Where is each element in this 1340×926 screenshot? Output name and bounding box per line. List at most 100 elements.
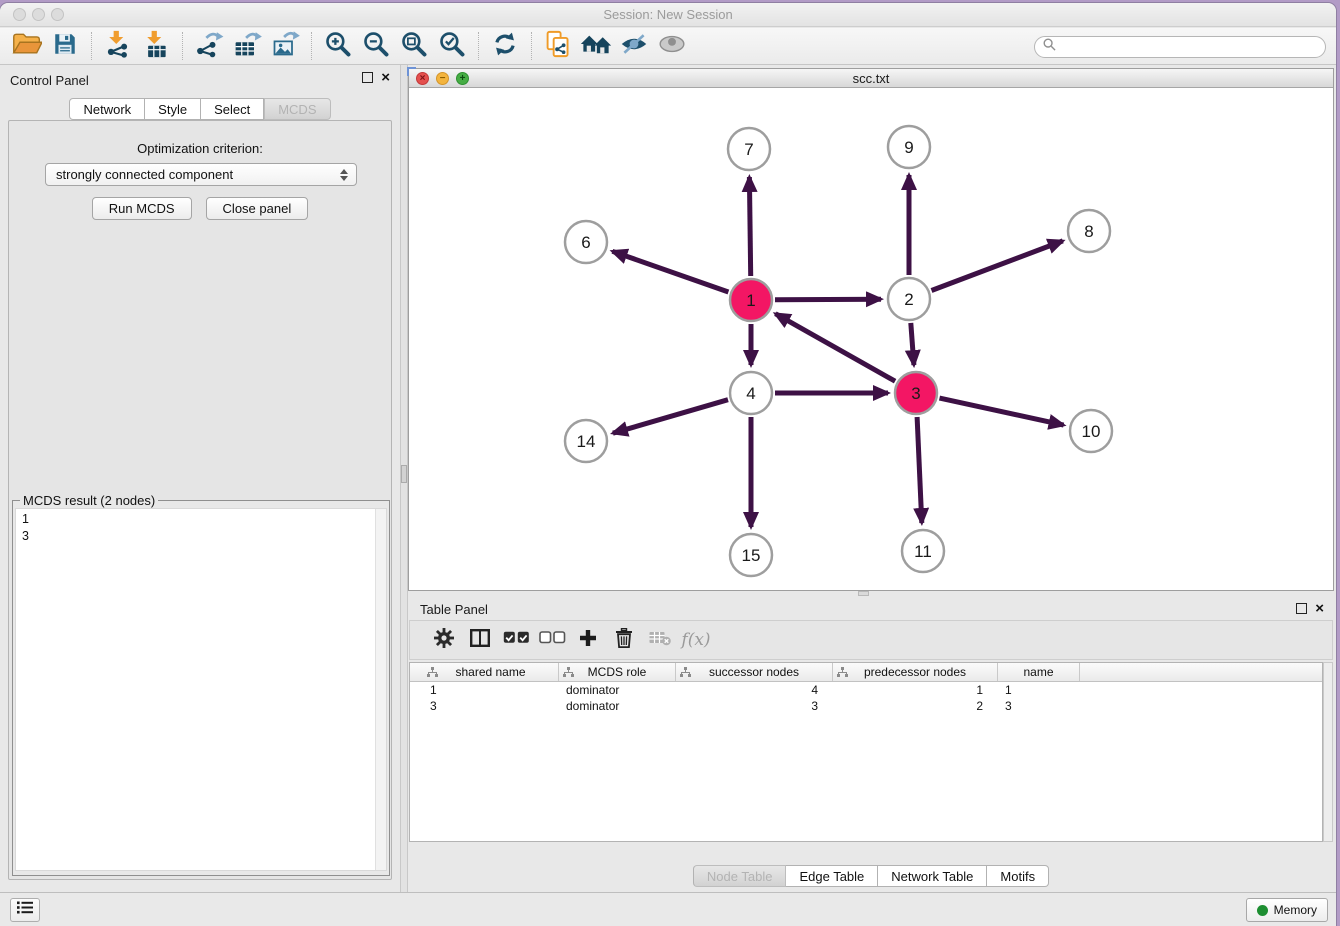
table-cell[interactable]: 1 bbox=[998, 682, 1080, 698]
optimization-criterion-value: strongly connected component bbox=[56, 167, 338, 182]
split-columns-icon bbox=[470, 629, 490, 652]
node-10[interactable]: 10 bbox=[1070, 410, 1112, 452]
table-cell[interactable]: 3 bbox=[423, 698, 559, 714]
node-11[interactable]: 11 bbox=[902, 530, 944, 572]
mcds-result-list[interactable]: 13 bbox=[16, 509, 386, 545]
split-table-view-button[interactable] bbox=[462, 625, 498, 655]
deselect-all-button[interactable] bbox=[534, 625, 570, 655]
edge-2-8[interactable] bbox=[932, 241, 1063, 291]
node-2[interactable]: 2 bbox=[888, 278, 930, 320]
node-4[interactable]: 4 bbox=[730, 372, 772, 414]
table-cell[interactable]: 3 bbox=[676, 698, 833, 714]
node-1[interactable]: 1 bbox=[730, 279, 772, 321]
zoom-out-button[interactable] bbox=[357, 30, 395, 62]
splitter-grip[interactable] bbox=[401, 465, 407, 483]
add-row-button[interactable] bbox=[570, 625, 606, 655]
column-header-name[interactable]: name bbox=[998, 663, 1080, 681]
node-label: 2 bbox=[904, 290, 913, 309]
export-network-button[interactable] bbox=[190, 30, 228, 62]
node-15[interactable]: 15 bbox=[730, 534, 772, 576]
show-network-button[interactable] bbox=[653, 30, 691, 62]
zoom-in-button[interactable] bbox=[319, 30, 357, 62]
column-header-successor-nodes[interactable]: successor nodes bbox=[676, 663, 833, 681]
search-input[interactable] bbox=[1061, 38, 1325, 56]
node-8[interactable]: 8 bbox=[1068, 210, 1110, 252]
node-3[interactable]: 3 bbox=[895, 372, 937, 414]
import-network-icon bbox=[104, 30, 132, 63]
edge-1-7[interactable] bbox=[749, 177, 750, 276]
network-window-title: scc.txt bbox=[409, 71, 1333, 86]
optimization-criterion-label: Optimization criterion: bbox=[9, 141, 391, 156]
table-scrollbar[interactable] bbox=[1323, 662, 1333, 842]
home-view-button[interactable] bbox=[577, 30, 615, 62]
column-settings-button[interactable] bbox=[426, 625, 462, 655]
table-cell[interactable]: 4 bbox=[676, 682, 833, 698]
column-header-predecessor-nodes[interactable]: predecessor nodes bbox=[833, 663, 998, 681]
edge-3-11[interactable] bbox=[917, 417, 922, 523]
export-table-button[interactable] bbox=[228, 30, 266, 62]
network-graph[interactable]: 1 2 3 4 6 7 8 9 10 11 14 15 bbox=[409, 89, 1333, 592]
result-scrollbar[interactable] bbox=[375, 509, 386, 870]
optimization-criterion-select[interactable]: strongly connected component bbox=[45, 163, 357, 186]
table-cell[interactable]: 3 bbox=[998, 698, 1080, 714]
network-canvas[interactable]: 1 2 3 4 6 7 8 9 10 11 14 15 bbox=[409, 89, 1333, 590]
open-session-button[interactable] bbox=[8, 30, 46, 62]
search-box[interactable] bbox=[1034, 36, 1326, 58]
table-cell[interactable]: 1 bbox=[423, 682, 559, 698]
zoom-in-icon bbox=[324, 30, 352, 63]
table-cell[interactable]: dominator bbox=[559, 698, 676, 714]
edge-2-3[interactable] bbox=[911, 323, 914, 365]
tab-style[interactable]: Style bbox=[145, 98, 201, 120]
edge-1-2[interactable] bbox=[775, 299, 881, 300]
edge-3-10[interactable] bbox=[940, 398, 1064, 425]
table-row[interactable]: 1dominator411 bbox=[410, 682, 1322, 698]
memory-button[interactable]: Memory bbox=[1246, 898, 1328, 922]
tab-mcds[interactable]: MCDS bbox=[264, 98, 330, 120]
hierarchy-icon bbox=[837, 667, 848, 681]
column-header-shared-name[interactable]: shared name bbox=[423, 663, 559, 681]
edge-4-14[interactable] bbox=[613, 400, 728, 434]
node-6[interactable]: 6 bbox=[565, 221, 607, 263]
node-table[interactable]: shared nameMCDS rolesuccessor nodesprede… bbox=[409, 662, 1323, 842]
delete-table-button[interactable] bbox=[642, 625, 678, 655]
function-builder-button[interactable]: f(x) bbox=[678, 625, 714, 655]
column-header-MCDS-role[interactable]: MCDS role bbox=[559, 663, 676, 681]
import-table-button[interactable] bbox=[137, 30, 175, 62]
hide-network-button[interactable] bbox=[615, 30, 653, 62]
mcds-result-line[interactable]: 3 bbox=[22, 528, 386, 545]
table-row[interactable]: 3dominator323 bbox=[410, 698, 1322, 714]
table-cell[interactable]: dominator bbox=[559, 682, 676, 698]
save-session-button[interactable] bbox=[46, 30, 84, 62]
tab-motifs[interactable]: Motifs bbox=[987, 865, 1049, 887]
table-cell[interactable]: 1 bbox=[833, 682, 998, 698]
network-window-titlebar[interactable]: scc.txt bbox=[409, 69, 1333, 88]
edge-1-6[interactable] bbox=[612, 251, 728, 292]
tab-select[interactable]: Select bbox=[201, 98, 264, 120]
node-7[interactable]: 7 bbox=[728, 128, 770, 170]
edge-3-1[interactable] bbox=[775, 314, 895, 382]
node-9[interactable]: 9 bbox=[888, 126, 930, 168]
float-panel-icon[interactable] bbox=[362, 72, 373, 83]
mcds-result-line[interactable]: 1 bbox=[22, 511, 386, 528]
run-mcds-button[interactable]: Run MCDS bbox=[92, 197, 192, 220]
close-table-panel-icon[interactable] bbox=[1315, 603, 1324, 614]
refresh-layout-button[interactable] bbox=[486, 30, 524, 62]
zoom-fit-button[interactable] bbox=[395, 30, 433, 62]
tab-edge-table[interactable]: Edge Table bbox=[786, 865, 878, 887]
select-all-button[interactable] bbox=[498, 625, 534, 655]
tab-network-table[interactable]: Network Table bbox=[878, 865, 987, 887]
tab-network[interactable]: Network bbox=[69, 98, 145, 120]
float-table-panel-icon[interactable] bbox=[1296, 603, 1307, 614]
table-cell[interactable]: 2 bbox=[833, 698, 998, 714]
task-history-button[interactable] bbox=[10, 898, 40, 922]
import-network-button[interactable] bbox=[99, 30, 137, 62]
zoom-selected-button[interactable] bbox=[433, 30, 471, 62]
delete-row-button[interactable] bbox=[606, 625, 642, 655]
tab-node-table[interactable]: Node Table bbox=[693, 865, 787, 887]
close-panel-icon[interactable] bbox=[381, 72, 390, 83]
export-image-button[interactable] bbox=[266, 30, 304, 62]
panel-splitter[interactable] bbox=[400, 65, 408, 892]
duplicate-network-button[interactable] bbox=[539, 30, 577, 62]
node-14[interactable]: 14 bbox=[565, 420, 607, 462]
close-panel-button[interactable]: Close panel bbox=[206, 197, 309, 220]
